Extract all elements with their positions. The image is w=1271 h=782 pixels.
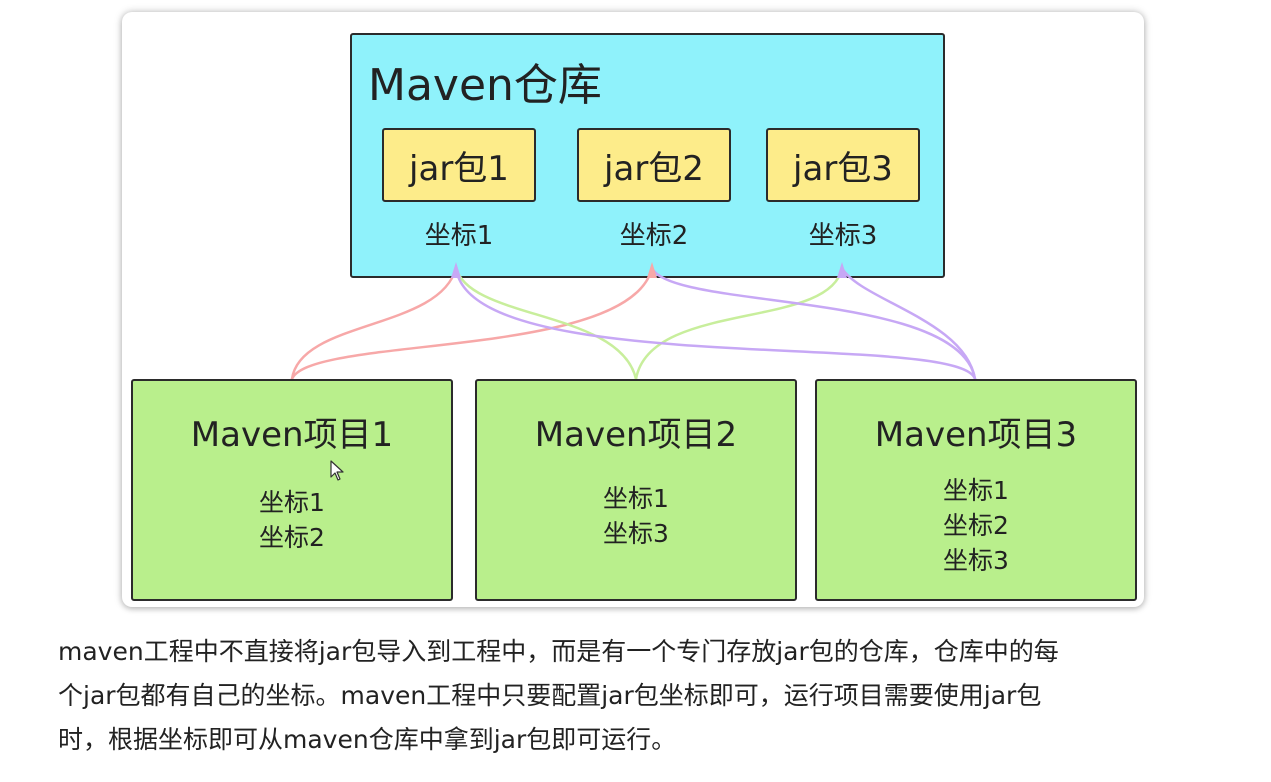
project-3-title: Maven项目3 [874, 415, 1078, 455]
caption-text: maven工程中不直接将jar包导入到工程中，而是有一个专门存放jar包的仓库，… [58, 630, 1218, 762]
mouse-cursor-icon [330, 460, 344, 481]
link-project1-jar2 [290, 266, 654, 381]
maven-project-2: Maven项目2 坐标1 坐标3 [475, 379, 797, 601]
arrowhead-jar3 [837, 262, 847, 278]
arrowhead-jar2 [647, 262, 657, 278]
caption-line-3: 时，根据坐标即可从maven仓库中拿到jar包即可运行。 [58, 725, 677, 754]
link-project2-jar1 [454, 266, 638, 381]
arrowhead-jar1 [451, 262, 461, 278]
project-3-coord-3: 坐标3 [943, 546, 1009, 575]
link-project1-jar1 [290, 266, 458, 381]
project-3-coord-1: 坐标1 [943, 476, 1009, 505]
project-3-coords: 坐标1 坐标2 坐标3 [817, 473, 1135, 578]
maven-project-3: Maven项目3 坐标1 坐标2 坐标3 [815, 379, 1137, 601]
project-1-coord-1: 坐标1 [259, 488, 325, 517]
project-2-coord-1: 坐标1 [603, 484, 669, 513]
project-1-coords: 坐标1 坐标2 [133, 485, 451, 555]
caption-line-2: 个jar包都有自己的坐标。maven工程中只要配置jar包坐标即可，运行项目需要… [58, 681, 1042, 710]
link-project2-jar3 [634, 266, 844, 381]
link-project3-jar3 [840, 266, 977, 381]
caption-line-1: maven工程中不直接将jar包导入到工程中，而是有一个专门存放jar包的仓库，… [58, 637, 1059, 666]
project-2-title: Maven项目2 [534, 415, 738, 455]
project-2-coords: 坐标1 坐标3 [477, 481, 795, 551]
project-1-title: Maven项目1 [190, 415, 394, 455]
maven-project-1: Maven项目1 坐标1 坐标2 [131, 379, 453, 601]
project-1-coord-2: 坐标2 [259, 523, 325, 552]
project-3-coord-2: 坐标2 [943, 511, 1009, 540]
project-2-coord-2: 坐标3 [603, 519, 669, 548]
